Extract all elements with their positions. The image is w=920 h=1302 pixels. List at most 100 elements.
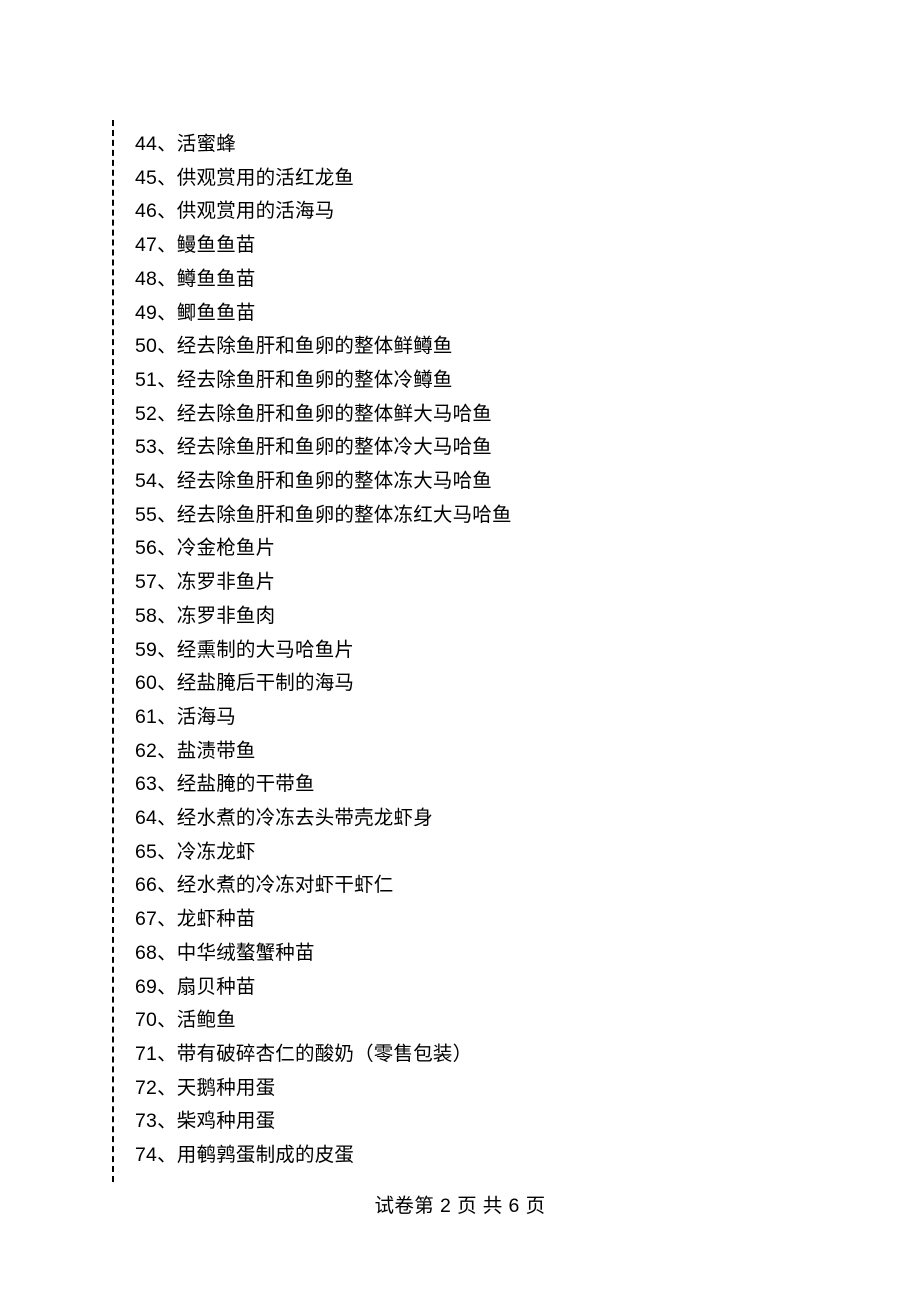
list-item-text: 经水煮的冷冻去头带壳龙虾身 — [177, 807, 433, 829]
footer-prefix: 试卷第 — [374, 1195, 440, 1217]
list-item-number: 55、 — [135, 504, 177, 526]
list-item: 73、柴鸡种用蛋 — [135, 1105, 920, 1139]
list-item-number: 49、 — [135, 302, 177, 324]
list-item: 71、带有破碎杏仁的酸奶（零售包装） — [135, 1038, 920, 1072]
list-item-text: 盐渍带鱼 — [177, 740, 256, 762]
list-item-number: 67、 — [135, 908, 177, 930]
list-item: 57、冻罗非鱼片 — [135, 566, 920, 600]
list-item-number: 45、 — [135, 167, 177, 189]
list-item-text: 经熏制的大马哈鱼片 — [177, 639, 354, 661]
list-item-number: 66、 — [135, 874, 177, 896]
list-item-number: 62、 — [135, 740, 177, 762]
list-item-number: 57、 — [135, 571, 177, 593]
list-item-text: 经去除鱼肝和鱼卵的整体冻红大马哈鱼 — [177, 504, 512, 526]
list-item: 44、活蜜蜂 — [135, 128, 920, 162]
list-item-number: 44、 — [135, 133, 177, 155]
list-item: 62、盐渍带鱼 — [135, 735, 920, 769]
list-item: 60、经盐腌后干制的海马 — [135, 667, 920, 701]
list-item: 52、经去除鱼肝和鱼卵的整体鲜大马哈鱼 — [135, 398, 920, 432]
page: 44、活蜜蜂45、供观赏用的活红龙鱼46、供观赏用的活海马47、鳗鱼鱼苗48、鳟… — [0, 0, 920, 1302]
list-item: 54、经去除鱼肝和鱼卵的整体冻大马哈鱼 — [135, 465, 920, 499]
list-item-text: 活鲍鱼 — [177, 1009, 236, 1031]
list-item-text: 供观赏用的活海马 — [177, 200, 335, 222]
list-item-text: 冷冻龙虾 — [177, 841, 256, 863]
list-item-number: 68、 — [135, 942, 177, 964]
list-item-number: 72、 — [135, 1077, 177, 1099]
list-item-number: 70、 — [135, 1009, 177, 1031]
list-item-number: 74、 — [135, 1144, 177, 1166]
list-item-text: 经去除鱼肝和鱼卵的整体冻大马哈鱼 — [177, 470, 492, 492]
footer-middle: 页 共 — [451, 1195, 508, 1217]
list-item: 59、经熏制的大马哈鱼片 — [135, 634, 920, 668]
list-item: 68、中华绒螯蟹种苗 — [135, 937, 920, 971]
list-item-number: 48、 — [135, 268, 177, 290]
list-item-text: 经去除鱼肝和鱼卵的整体冷鳟鱼 — [177, 369, 453, 391]
list-item: 56、冷金枪鱼片 — [135, 532, 920, 566]
list-item: 58、冻罗非鱼肉 — [135, 600, 920, 634]
page-footer: 试卷第 2 页 共 6 页 — [0, 1189, 920, 1218]
numbered-list: 44、活蜜蜂45、供观赏用的活红龙鱼46、供观赏用的活海马47、鳗鱼鱼苗48、鳟… — [135, 128, 920, 1173]
list-item-number: 56、 — [135, 537, 177, 559]
binding-margin-line — [112, 120, 114, 1182]
list-item-text: 鳟鱼鱼苗 — [177, 268, 256, 290]
list-item-number: 61、 — [135, 706, 177, 728]
list-item: 65、冷冻龙虾 — [135, 836, 920, 870]
list-item: 53、经去除鱼肝和鱼卵的整体冷大马哈鱼 — [135, 431, 920, 465]
list-item: 55、经去除鱼肝和鱼卵的整体冻红大马哈鱼 — [135, 499, 920, 533]
list-item-number: 60、 — [135, 672, 177, 694]
list-item: 67、龙虾种苗 — [135, 903, 920, 937]
list-item-number: 46、 — [135, 200, 177, 222]
list-item-text: 龙虾种苗 — [177, 908, 256, 930]
list-item-text: 扇贝种苗 — [177, 976, 256, 998]
list-item-number: 73、 — [135, 1110, 177, 1132]
list-item: 49、鲫鱼鱼苗 — [135, 297, 920, 331]
list-item-number: 64、 — [135, 807, 177, 829]
list-item-text: 经盐腌后干制的海马 — [177, 672, 354, 694]
list-item: 50、经去除鱼肝和鱼卵的整体鲜鳟鱼 — [135, 330, 920, 364]
list-item-number: 71、 — [135, 1043, 177, 1065]
list-item-number: 54、 — [135, 470, 177, 492]
list-item-text: 天鹅种用蛋 — [177, 1077, 276, 1099]
list-item: 64、经水煮的冷冻去头带壳龙虾身 — [135, 802, 920, 836]
list-item: 61、活海马 — [135, 701, 920, 735]
list-item-text: 经盐腌的干带鱼 — [177, 773, 315, 795]
list-item-text: 柴鸡种用蛋 — [177, 1110, 276, 1132]
list-item-number: 69、 — [135, 976, 177, 998]
list-item-text: 经去除鱼肝和鱼卵的整体冷大马哈鱼 — [177, 436, 492, 458]
list-item: 47、鳗鱼鱼苗 — [135, 229, 920, 263]
footer-page-number: 2 — [440, 1195, 451, 1217]
list-item: 51、经去除鱼肝和鱼卵的整体冷鳟鱼 — [135, 364, 920, 398]
list-item-text: 活蜜蜂 — [177, 133, 236, 155]
list-item-text: 经去除鱼肝和鱼卵的整体鲜大马哈鱼 — [177, 403, 492, 425]
list-item-text: 冻罗非鱼片 — [177, 571, 276, 593]
list-item-number: 59、 — [135, 639, 177, 661]
list-item: 46、供观赏用的活海马 — [135, 195, 920, 229]
list-item-text: 经水煮的冷冻对虾干虾仁 — [177, 874, 394, 896]
list-item-number: 65、 — [135, 841, 177, 863]
list-item-text: 冻罗非鱼肉 — [177, 605, 276, 627]
list-item-text: 用鹌鹑蛋制成的皮蛋 — [177, 1144, 354, 1166]
list-item-number: 63、 — [135, 773, 177, 795]
list-item: 66、经水煮的冷冻对虾干虾仁 — [135, 869, 920, 903]
list-item: 70、活鲍鱼 — [135, 1004, 920, 1038]
list-item: 69、扇贝种苗 — [135, 971, 920, 1005]
list-item-text: 活海马 — [177, 706, 236, 728]
list-item-text: 经去除鱼肝和鱼卵的整体鲜鳟鱼 — [177, 335, 453, 357]
footer-suffix: 页 — [520, 1195, 546, 1217]
list-item-number: 58、 — [135, 605, 177, 627]
list-item: 74、用鹌鹑蛋制成的皮蛋 — [135, 1139, 920, 1173]
list-item-text: 中华绒螯蟹种苗 — [177, 942, 315, 964]
list-item: 45、供观赏用的活红龙鱼 — [135, 162, 920, 196]
list-item-text: 供观赏用的活红龙鱼 — [177, 167, 354, 189]
list-item-number: 50、 — [135, 335, 177, 357]
list-item: 48、鳟鱼鱼苗 — [135, 263, 920, 297]
list-item-number: 51、 — [135, 369, 177, 391]
footer-total-pages: 6 — [509, 1195, 520, 1217]
list-item-number: 47、 — [135, 234, 177, 256]
list-item-text: 鳗鱼鱼苗 — [177, 234, 256, 256]
list-item-text: 鲫鱼鱼苗 — [177, 302, 256, 324]
list-item-text: 冷金枪鱼片 — [177, 537, 276, 559]
list-item: 72、天鹅种用蛋 — [135, 1072, 920, 1106]
list-item-text: 带有破碎杏仁的酸奶（零售包装） — [177, 1043, 473, 1065]
list-item-number: 53、 — [135, 436, 177, 458]
